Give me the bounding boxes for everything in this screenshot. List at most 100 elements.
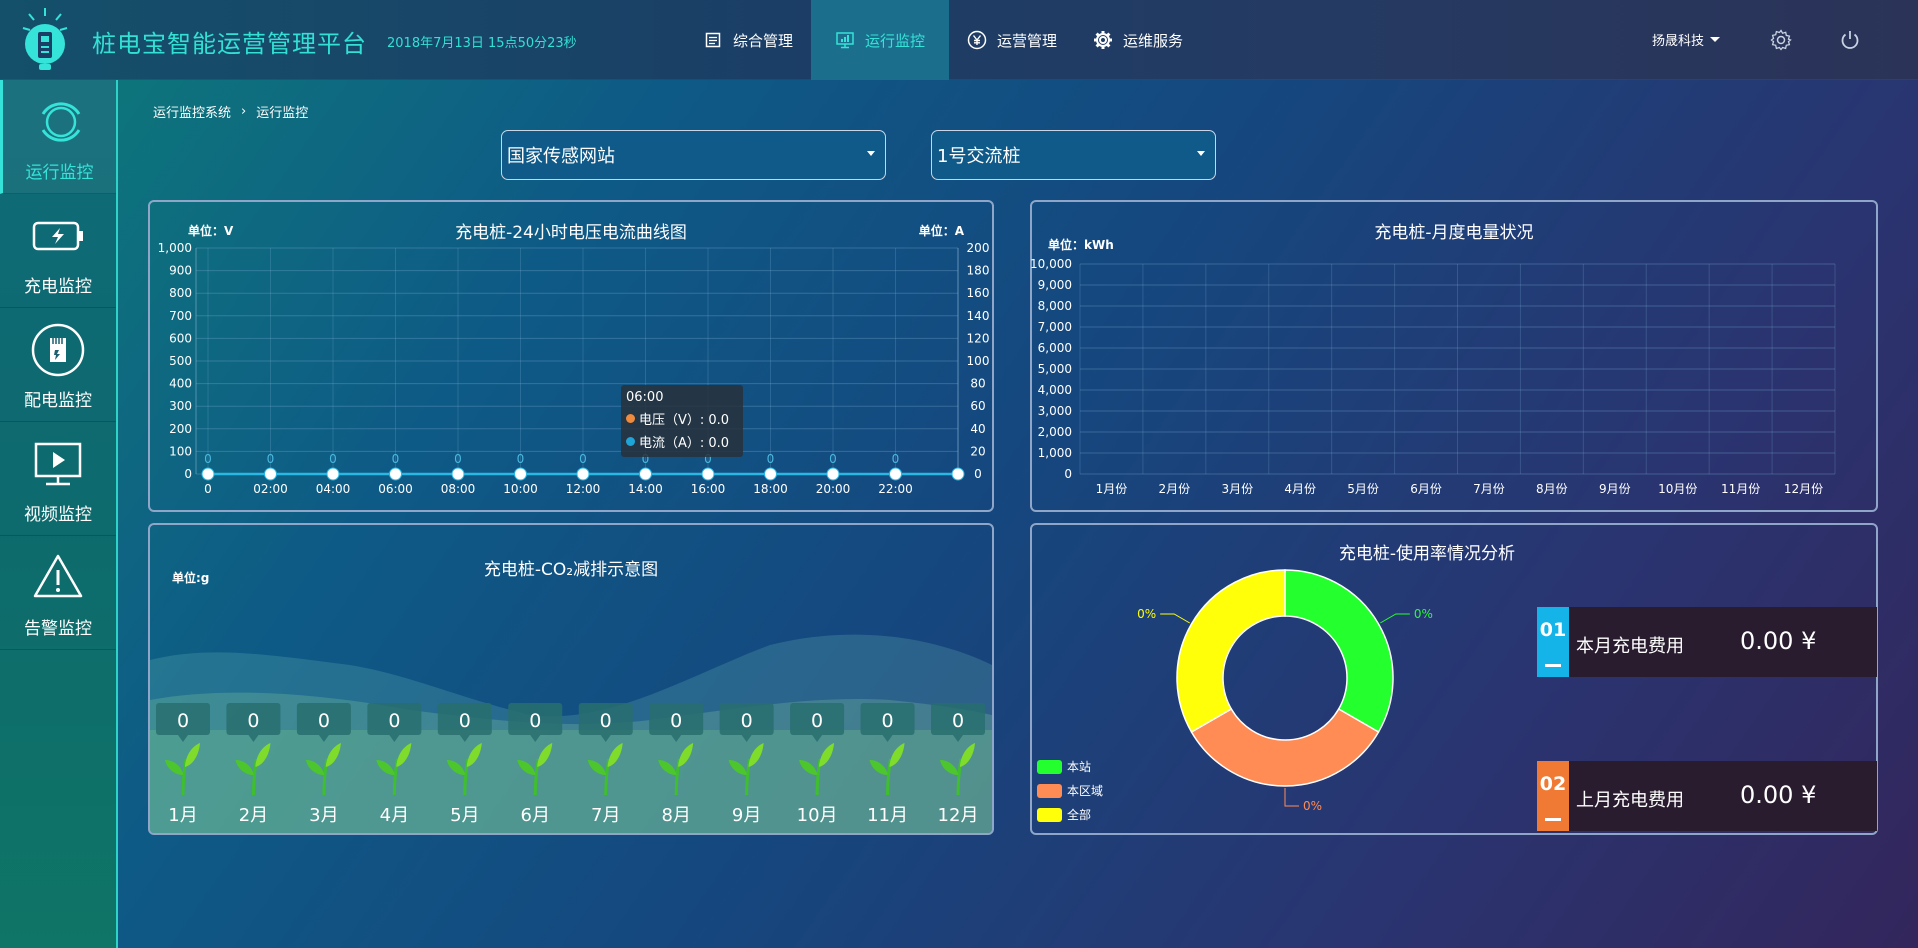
site-select[interactable]: 国家传感网站	[501, 130, 886, 180]
current-data-point	[201, 467, 215, 481]
sprout-leaf	[446, 760, 465, 775]
sidebar: 运行监控 充电监控 配电监控 视频监控 告警监控	[0, 80, 118, 948]
current-data-point	[951, 467, 965, 481]
value-box-pointer	[530, 735, 541, 742]
co2-value-label: 0	[318, 710, 330, 732]
value-box-pointer	[812, 735, 823, 742]
month-label: 7月	[591, 805, 620, 826]
month-label: 5月	[450, 805, 479, 826]
y-right-tick-label: 120	[967, 331, 990, 345]
sidebar-item-charging-monitoring[interactable]: 充电监控	[0, 194, 116, 308]
donut-slice	[1284, 569, 1394, 734]
co2-value-label: 0	[811, 710, 823, 732]
value-box-pointer	[318, 735, 329, 742]
legend-item: 全部	[1037, 806, 1091, 823]
voltage-current-chart: 0 0100 20200 40300 60400 80500 100600 120700 140…	[158, 241, 990, 496]
nav-label: 运行监控	[865, 31, 926, 50]
battery-icon	[28, 206, 88, 266]
x-tick-label: 9月份	[1599, 482, 1631, 496]
sidebar-item-label: 运行监控	[25, 163, 94, 183]
sprout-leaf	[466, 743, 482, 767]
sprout-leaf	[658, 760, 677, 775]
x-tick-label: 08:00	[441, 482, 476, 496]
x-tick-label: 3月份	[1221, 482, 1253, 496]
x-tick-label: 16:00	[691, 482, 726, 496]
month-label: 8月	[661, 805, 690, 826]
y-tick-label: 4,000	[1038, 383, 1072, 397]
nav-label: 运维服务	[1123, 31, 1184, 50]
nav-business-management[interactable]: 运营管理	[949, 0, 1075, 80]
x-tick-label: 10:00	[503, 482, 538, 496]
slice-label: 0%	[1414, 607, 1433, 621]
usage-rate-donut-chart: 0% 0% 0%	[1137, 569, 1433, 813]
fee-label: 上月充电费用	[1576, 790, 1684, 811]
sprout-leaf	[255, 743, 271, 767]
co2-value-label: 0	[459, 710, 471, 732]
co2-value-label: 0	[177, 710, 189, 732]
sprout-leaf	[678, 743, 694, 767]
y-right-tick-label: 0	[974, 467, 982, 481]
sprout-leaf	[537, 743, 553, 767]
co2-value-label: 0	[388, 710, 400, 732]
data-label: 0	[204, 452, 212, 466]
slice-label: 0%	[1303, 799, 1322, 813]
power-icon[interactable]	[1838, 28, 1862, 52]
x-tick-label: 5月份	[1347, 482, 1379, 496]
sidebar-item-label: 充电监控	[24, 277, 92, 297]
pile-select[interactable]: 1号交流桩	[931, 130, 1216, 180]
y-tick-label: 7,000	[1038, 320, 1072, 334]
slice-label: 0%	[1137, 607, 1156, 621]
data-label: 0	[267, 452, 275, 466]
settings-gear-icon[interactable]	[1769, 28, 1793, 52]
sprout-leaf	[819, 743, 835, 767]
data-label: 0	[517, 452, 525, 466]
sidebar-item-video-monitoring[interactable]: 视频监控	[0, 422, 116, 536]
y-tick-label: 8,000	[1038, 299, 1072, 313]
sprout-leaf	[325, 743, 341, 767]
sidebar-item-operation-monitoring[interactable]: 运行监控	[0, 80, 116, 194]
sprout-leaf	[376, 760, 395, 775]
x-tick-label: 12月份	[1784, 482, 1823, 496]
breadcrumb: 运行监控系统 › 运行监控	[153, 102, 308, 121]
value-box-pointer	[389, 735, 400, 742]
breadcrumb-root[interactable]: 运行监控系统	[153, 102, 231, 121]
main-nav: 综合管理 运行监控 运营管理 运维服务	[685, 0, 1201, 80]
legend-item: 本区域	[1037, 782, 1103, 799]
current-data-point	[326, 467, 340, 481]
sprout-leaf	[799, 760, 818, 775]
nav-operation-monitoring[interactable]: 运行监控	[811, 0, 950, 80]
legend-swatch	[1037, 759, 1062, 774]
x-tick-label: 8月份	[1536, 482, 1568, 496]
tooltip-time: 06:00	[626, 390, 664, 405]
sidebar-item-alarm-monitoring[interactable]: 告警监控	[0, 536, 116, 650]
legend-swatch	[1037, 783, 1062, 798]
ring-monitor-icon	[31, 92, 91, 152]
sprout-leaf	[960, 743, 975, 767]
sprout-leaf	[607, 743, 623, 767]
month-label: 12月	[938, 805, 979, 826]
value-box-pointer	[459, 735, 470, 742]
donut-slice	[1176, 569, 1286, 734]
nav-maintenance-service[interactable]: 运维服务	[1075, 0, 1201, 80]
co2-value-label: 0	[952, 710, 964, 732]
legend-item: 本站	[1037, 758, 1091, 775]
fee-value: 0.00 ¥	[1740, 781, 1817, 809]
month-label: 3月	[309, 805, 338, 826]
data-label: 0	[329, 452, 337, 466]
y-tick-label: 6,000	[1038, 341, 1072, 355]
month-label: 6月	[521, 805, 550, 826]
value-box-pointer	[953, 735, 963, 742]
x-tick-label: 22:00	[878, 482, 913, 496]
monitor-chart-icon	[835, 30, 855, 50]
y-right-tick-label: 20	[970, 444, 985, 458]
sidebar-item-distribution-monitoring[interactable]: 配电监控	[0, 308, 116, 422]
co2-value-label: 0	[247, 710, 259, 732]
x-tick-label: 20:00	[816, 482, 851, 496]
nav-comprehensive-management[interactable]: 综合管理	[685, 0, 811, 80]
y-left-tick-label: 200	[169, 422, 192, 436]
y-left-tick-label: 800	[169, 286, 192, 300]
voltage-dot-icon	[626, 414, 635, 423]
y-right-tick-label: 60	[970, 399, 985, 413]
sprout-leaf	[889, 743, 905, 767]
user-menu[interactable]: 扬晟科技	[1652, 30, 1721, 49]
